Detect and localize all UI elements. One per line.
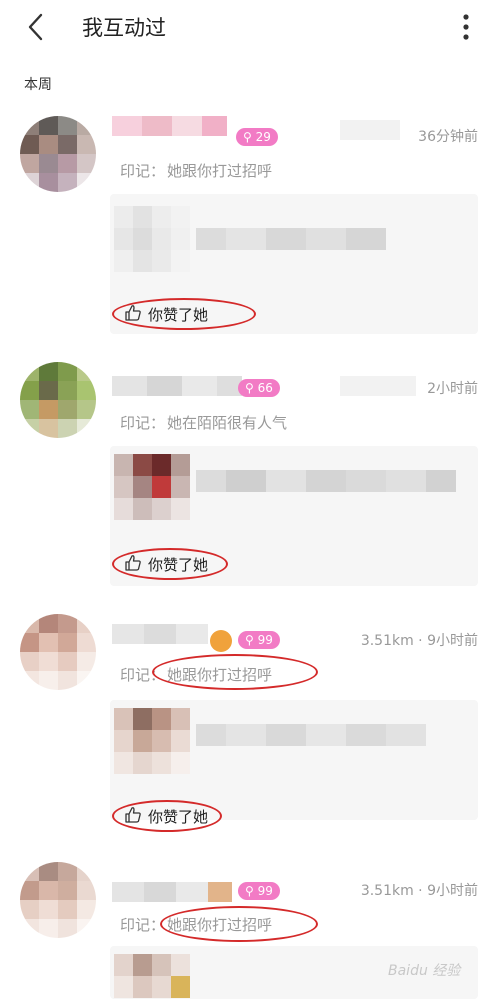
blurred-info xyxy=(340,376,416,396)
like-label: 你赞了她 xyxy=(148,556,209,574)
moment-thumbnail xyxy=(114,954,190,999)
stamp-value: 她跟你打过招呼 xyxy=(167,162,273,180)
watermark: Baidu 经验 xyxy=(388,963,461,979)
list-item[interactable]: ⚲ 29 36分钟前 印记： 她跟你打过招呼 你赞了她 xyxy=(0,112,500,342)
stamp-annotation-circle xyxy=(160,906,318,942)
avatar[interactable] xyxy=(20,862,96,938)
avatar[interactable] xyxy=(20,116,96,192)
stamp-prefix: 印记： xyxy=(120,916,166,934)
more-options-icon[interactable] xyxy=(454,12,478,42)
section-title: 本周 xyxy=(24,77,52,93)
back-arrow-icon[interactable] xyxy=(22,12,52,42)
moment-text-blurred xyxy=(196,228,386,250)
top-bar: 我互动过 xyxy=(0,0,500,56)
thumbs-up-icon xyxy=(125,807,141,823)
moment-thumbnail xyxy=(114,708,190,774)
moment-thumbnail xyxy=(114,206,190,272)
blurred-info xyxy=(340,120,400,140)
level-badge: ⚲ 66 xyxy=(238,379,280,397)
moment-text-blurred xyxy=(196,470,456,492)
thumbs-up-icon xyxy=(125,555,141,571)
stamp-prefix: 印记： xyxy=(120,162,166,180)
avatar[interactable] xyxy=(20,614,96,690)
moment-text-blurred xyxy=(196,724,426,746)
page-title: 我互动过 xyxy=(82,16,166,40)
nickname-blurred xyxy=(112,882,236,904)
like-label: 你赞了她 xyxy=(148,306,209,324)
level-badge: ⚲ 29 xyxy=(236,128,278,146)
timestamp: 3.51km · 9小时前 xyxy=(360,633,478,649)
avatar[interactable] xyxy=(20,362,96,438)
nickname-blurred xyxy=(112,376,252,398)
level-badge: ⚲ 99 xyxy=(238,882,280,900)
nickname-blurred xyxy=(112,116,232,138)
moment-thumbnail xyxy=(114,454,190,520)
list-item[interactable]: ⚲ 99 3.51km · 9小时前 印记： 她跟你打过招呼 你赞了她 xyxy=(0,614,500,844)
thumbs-up-icon xyxy=(125,305,141,321)
timestamp: 3.51km · 9小时前 xyxy=(360,883,478,899)
timestamp: 36分钟前 xyxy=(418,129,478,145)
list-item[interactable]: ⚲ 66 2小时前 印记： 她在陌陌很有人气 你赞了她 xyxy=(0,362,500,592)
timestamp: 2小时前 xyxy=(427,381,478,397)
nickname-blurred xyxy=(112,624,208,646)
stamp-text: 印记： 她在陌陌很有人气 xyxy=(120,412,287,433)
stamp-text: 印记： 她跟你打过招呼 xyxy=(120,160,272,181)
stamp-prefix: 印记： xyxy=(120,414,166,432)
mood-emoji-icon xyxy=(210,630,232,652)
like-label: 你赞了她 xyxy=(148,808,209,826)
stamp-value: 她在陌陌很有人气 xyxy=(167,414,288,432)
stamp-annotation-circle xyxy=(152,654,318,690)
level-badge: ⚲ 99 xyxy=(238,631,280,649)
